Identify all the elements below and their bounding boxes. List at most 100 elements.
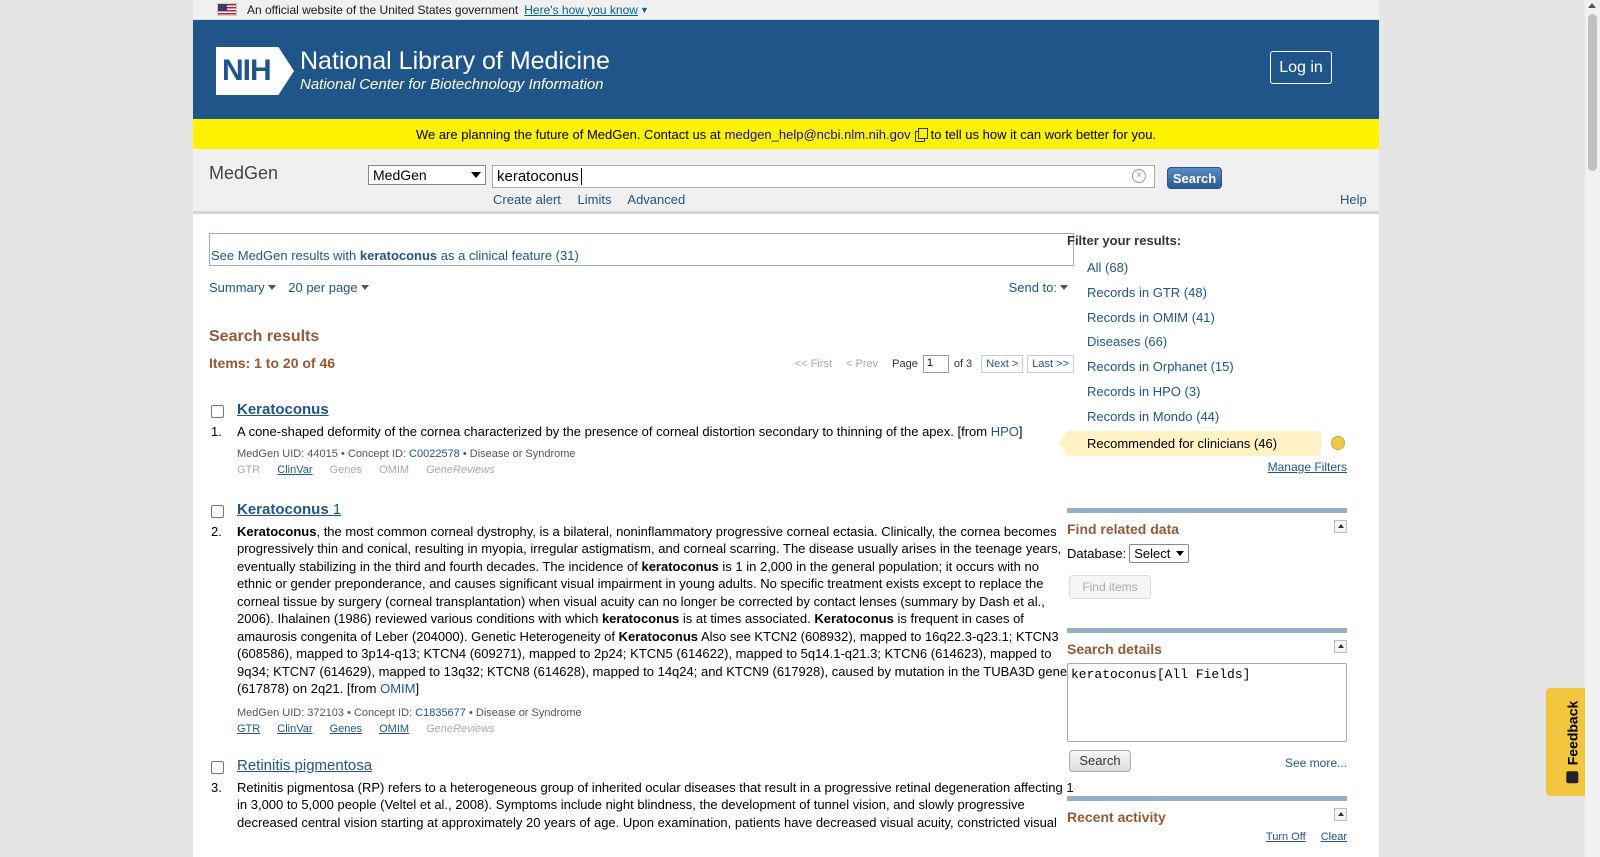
pager: << First < Prev Page 1 of 3 Next > Last … [795,355,1074,373]
limits-link[interactable]: Limits [578,192,612,207]
pager-first: << First [794,358,833,370]
desc-highlight: Keratoconus [237,523,317,539]
find-items-button[interactable]: Find items [1069,574,1151,599]
per-page-dropdown[interactable]: 20 per page [288,280,369,295]
result-description: Keratoconus, the most common corneal dys… [237,523,1074,698]
login-button[interactable]: Log in [1270,51,1332,84]
search-button[interactable]: Search [1167,167,1222,189]
clinical-feature-link[interactable]: See MedGen results with keratoconus as a… [211,248,579,263]
summary-label: Summary [209,280,265,295]
notice-email-link[interactable]: medgen_help@ncbi.nlm.nih.gov [725,127,911,142]
search-details-textarea[interactable]: keratoconus[All Fields] [1067,662,1347,742]
gtr-link: GTR [237,463,261,476]
source-link[interactable]: OMIM [380,681,415,696]
medgen-uid: MedGen UID: 44015 • [237,447,345,460]
search-bar: MedGen MedGen keratoconus × Search Creat… [193,149,1379,214]
filter-recommended-clinicians[interactable]: Recommended for clinicians (46) [1058,430,1345,456]
collapse-icon[interactable] [1334,519,1347,533]
database-select-value: MedGen [373,167,427,183]
how-you-know-link[interactable]: Here's how you know [524,3,638,17]
database-label: Database: [1067,545,1127,561]
result-title-link[interactable]: Retinitis pigmentosa [237,757,1074,774]
pager-next-button[interactable]: Next > [981,355,1024,373]
clear-link[interactable]: Clear [1321,831,1347,843]
concept-id-link[interactable]: C1835677 [415,707,466,719]
find-related-data-portlet: Find related data Database: Select Find … [1067,507,1347,599]
advanced-link[interactable]: Advanced [627,192,685,207]
search-details-title: Search details [1067,640,1162,657]
database-select[interactable]: MedGen [368,165,486,185]
filter-hpo[interactable]: Records in HPO (3) [1087,380,1347,405]
result-description: A cone-shaped deformity of the cornea ch… [237,423,1074,441]
feedback-label: Feedback [1564,700,1580,766]
pager-prev: < Prev [846,358,879,370]
recent-activity-title: Recent activity [1067,808,1166,825]
source-link[interactable]: HPO [991,424,1019,439]
filter-list: All (68) Records in GTR (48) Records in … [1067,256,1347,430]
us-flag-icon [217,3,237,16]
result-title-link[interactable]: Keratoconus 1 [237,501,1074,518]
notice-text-after: to tell us how it can work better for yo… [930,126,1157,142]
page: An official website of the United States… [193,0,1379,857]
manage-filters-link[interactable]: Manage Filters [1067,460,1347,474]
copy-icon[interactable] [914,127,928,142]
result-checkbox[interactable] [211,504,224,518]
medgen-uid: MedGen UID: 372103 • [237,706,351,719]
result-title-link[interactable]: Keratoconus [237,401,1074,418]
collapse-icon[interactable] [1334,639,1347,653]
genereviews-link: GeneReviews [426,463,495,476]
page-number-input[interactable]: 1 [922,355,949,373]
sidebar: Filter your results: All (68) Records in… [1058,233,1347,843]
recommended-label: Recommended for clinicians (46) [1087,435,1278,451]
search-details-button[interactable]: Search [1069,749,1131,772]
chevron-down-icon: ▼ [639,4,649,15]
filter-orphanet[interactable]: Records in Orphanet (15) [1087,355,1347,380]
per-page-label: 20 per page [288,280,358,295]
create-alert-link[interactable]: Create alert [493,192,561,207]
result-number: 1. [211,424,222,439]
collapse-icon[interactable] [1334,807,1347,821]
nlm-logo[interactable]: NIH National Library of Medicine Nationa… [216,47,610,95]
results-toolbar: Summary 20 per page Send to: [209,280,1074,300]
desc-highlight: Keratoconus [814,611,894,626]
help-link[interactable]: Help [1340,192,1367,207]
result-meta: MedGen UID: 372103 • Concept ID: C183567… [237,707,1074,719]
result-checkbox[interactable] [211,760,224,774]
clear-search-icon[interactable]: × [1132,169,1146,183]
concept-id-link[interactable]: C0022578 [409,448,460,460]
result-number: 2. [211,523,222,539]
desc-highlight: keratoconus [641,558,719,574]
feedback-notice: We are planning the future of MedGen. Co… [193,119,1379,149]
genereviews-link: GeneReviews [426,722,495,735]
see-more-link[interactable]: See more... [1285,756,1347,770]
concept-type: • Disease or Syndrome [468,706,582,719]
pager-page-label: Page [892,358,918,370]
filter-title: Filter your results: [1067,233,1182,248]
feedback-icon [1566,771,1578,784]
clinvar-link[interactable]: ClinVar [277,723,312,735]
filter-diseases[interactable]: Diseases (66) [1087,330,1347,355]
gtr-link[interactable]: GTR [237,723,260,735]
filter-settings-icon[interactable] [1331,435,1345,450]
filter-omim[interactable]: Records in OMIM (41) [1087,306,1347,331]
caret-down-icon [360,285,369,290]
turn-off-link[interactable]: Turn Off [1266,831,1306,843]
search-input[interactable]: keratoconus × [492,165,1155,188]
related-database-select[interactable]: Select [1129,543,1190,563]
genes-link: Genes [329,463,363,476]
send-to-dropdown[interactable]: Send to: [1009,280,1068,295]
result-checkbox[interactable] [211,405,224,418]
filter-mondo[interactable]: Records in Mondo (44) [1087,405,1347,430]
search-input-value: keratoconus [497,168,579,185]
clinvar-link[interactable]: ClinVar [277,464,312,476]
result-links: GTR ClinVar Genes OMIM GeneReviews [237,464,1074,476]
filter-all[interactable]: All (68) [1087,256,1347,281]
scroll-thumb[interactable] [1588,14,1597,171]
omim-link[interactable]: OMIM [379,723,409,735]
scroll-up-icon[interactable] [1588,3,1596,8]
summary-dropdown[interactable]: Summary [209,280,276,295]
related-db-value: Select [1134,545,1171,561]
page-scrollbar[interactable] [1585,0,1600,857]
genes-link[interactable]: Genes [330,723,362,735]
filter-gtr[interactable]: Records in GTR (48) [1087,281,1347,306]
